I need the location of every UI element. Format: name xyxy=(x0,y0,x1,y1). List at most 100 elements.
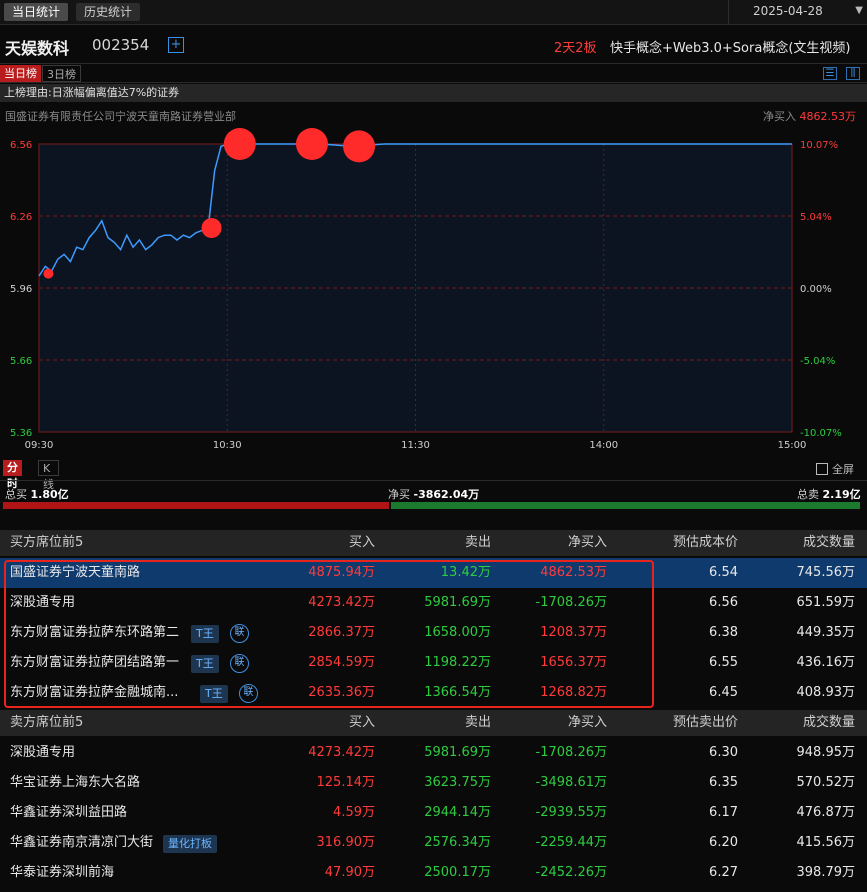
col-seller-seat: 卖方席位前5 xyxy=(10,715,84,730)
chevron-down-icon: ▼ xyxy=(855,5,863,16)
x-tick-label: 14:00 xyxy=(589,440,618,451)
buy-cell: 4273.42万 xyxy=(308,745,375,760)
date-value: 2025-04-28 xyxy=(753,4,823,18)
col-buy: 买入 xyxy=(348,715,375,730)
list-reason: 上榜理由:日涨幅偏离值达7%的证券 xyxy=(0,84,867,102)
price-cell: 6.38 xyxy=(709,625,738,640)
date-picker[interactable]: 2025-04-28 ▼ xyxy=(728,0,867,25)
price-cell: 6.17 xyxy=(709,805,738,820)
col-volume: 成交数量 xyxy=(802,535,855,550)
y-tick-label: 5.36 xyxy=(10,428,32,439)
sell-cell: 2576.34万 xyxy=(424,835,491,850)
buy-cell: 4.59万 xyxy=(333,805,375,820)
x-tick-label: 11:30 xyxy=(401,440,430,451)
volume-cell: 449.35万 xyxy=(796,625,856,640)
x-tick-label: 09:30 xyxy=(25,440,54,451)
intraday-chart[interactable]: 6.56 10.07% 6.26 5.04% 5.96 0.00% 5.66 -5.04% 5.… xyxy=(0,128,867,458)
col-sell: 卖出 xyxy=(464,535,491,550)
trade-bubble xyxy=(43,268,54,279)
seat-tag-badge[interactable]: 量化打板 xyxy=(163,835,217,853)
trade-bubble xyxy=(201,218,222,238)
volume-cell: 745.56万 xyxy=(796,565,856,580)
stock-name: 天娱数科 xyxy=(5,39,70,58)
tab-kline[interactable]: K线 xyxy=(38,460,59,491)
grid-view-icon[interactable]: ⫼ xyxy=(846,67,860,80)
price-cell: 6.54 xyxy=(709,565,738,580)
table-row[interactable]: 华鑫证券深圳益田路 4.59万 2944.14万 -2939.55万 6.17 476.8… xyxy=(0,798,867,828)
sell-cell: 5981.69万 xyxy=(424,745,491,760)
buy-table-header: 买方席位前5 买入 卖出 净买入 预估成本价 成交数量 xyxy=(0,530,867,556)
total-net-value: -3862.04万 xyxy=(413,488,480,501)
buy-cell: 125.14万 xyxy=(316,775,376,790)
price-cell: 6.35 xyxy=(709,775,738,790)
table-row[interactable]: 华宝证券上海东大名路 125.14万 3623.75万 -3498.61万 6.35 57… xyxy=(0,768,867,798)
divider xyxy=(0,480,867,481)
sell-cell: 3623.75万 xyxy=(424,775,491,790)
add-watchlist-icon[interactable]: + xyxy=(168,37,184,53)
price-cell: 6.20 xyxy=(709,835,738,850)
table-row[interactable]: 华鑫证券南京清凉门大街 316.90万 2576.34万 -2259.44万 6.20 4… xyxy=(0,828,867,858)
volume-cell: 570.52万 xyxy=(796,775,856,790)
price-cell: 6.45 xyxy=(709,685,738,700)
net-cell: -2939.55万 xyxy=(535,805,607,820)
trade-bubble xyxy=(343,130,376,163)
tab-today-stats[interactable]: 当日统计 xyxy=(4,3,69,21)
seat-name-cell: 深股通专用 xyxy=(10,745,76,760)
col-net-buy: 净买入 xyxy=(567,715,607,730)
tab-intraday[interactable]: 分时 xyxy=(3,460,22,490)
list-view-icon[interactable]: ☰ xyxy=(823,67,837,80)
total-net-label: 净买 xyxy=(388,488,410,501)
table-row[interactable]: 华泰证券深圳前海 47.90万 2500.17万 -2452.26万 6.27 398.7… xyxy=(0,858,867,888)
volume-cell: 408.93万 xyxy=(796,685,856,700)
list-tab-row: 当日榜 3日榜 ☰ ⫼ xyxy=(0,63,867,83)
pct-tick-label: 10.07% xyxy=(800,140,838,151)
tab-3day-list[interactable]: 3日榜 xyxy=(42,65,81,82)
y-tick-label: 5.66 xyxy=(10,356,32,367)
net-cell: -3498.61万 xyxy=(535,775,607,790)
fullscreen-button[interactable]: 全屏 xyxy=(816,461,854,477)
price-cell: 6.30 xyxy=(709,745,738,760)
seat-name-cell: 华泰证券深圳前海 xyxy=(10,865,115,880)
stock-code: 002354 xyxy=(92,36,150,54)
volume-cell: 476.87万 xyxy=(796,805,856,820)
limit-up-boards: 2天2板 xyxy=(554,41,597,56)
buy-ratio-fill xyxy=(3,502,389,509)
trade-bubble xyxy=(295,128,328,160)
pct-tick-label: -5.04% xyxy=(800,356,835,367)
volume-cell: 948.95万 xyxy=(796,745,856,760)
buy-sell-ratio-bar xyxy=(3,502,860,509)
total-buy: 总买 1.80亿 xyxy=(5,486,69,502)
pct-tick-label: 0.00% xyxy=(800,284,832,295)
sell-cell: 2500.17万 xyxy=(424,865,491,880)
seat-name: 国盛证券有限责任公司宁波天童南路证券营业部 xyxy=(5,110,236,123)
sell-cell: 2944.14万 xyxy=(424,805,491,820)
net-cell: -2452.26万 xyxy=(535,865,607,880)
volume-cell: 415.56万 xyxy=(796,835,856,850)
tab-history-stats[interactable]: 历史统计 xyxy=(76,3,141,21)
highlight-box xyxy=(4,560,654,708)
col-buyer-seat: 买方席位前5 xyxy=(10,535,84,550)
volume-cell: 651.59万 xyxy=(796,595,856,610)
sell-table-header: 卖方席位前5 买入 卖出 净买入 预估卖出价 成交数量 xyxy=(0,710,867,736)
fullscreen-icon xyxy=(816,463,828,475)
total-sell: 总卖 2.19亿 xyxy=(797,486,861,502)
col-net-buy: 净买入 xyxy=(567,535,607,550)
price-cell: 6.56 xyxy=(709,595,738,610)
y-tick-label: 5.96 xyxy=(10,284,32,295)
price-cell: 6.55 xyxy=(709,655,738,670)
tab-daily-list[interactable]: 当日榜 xyxy=(0,65,41,82)
sell-ratio-fill xyxy=(391,502,860,509)
concept-tags: 快手概念+Web3.0+Sora概念(文生视频) xyxy=(610,41,851,56)
net-buy-summary: 净买入 4862.53万 xyxy=(763,108,856,124)
buy-cell: 47.90万 xyxy=(324,865,375,880)
price-cell: 6.27 xyxy=(709,865,738,880)
net-buy-value: 4862.53万 xyxy=(799,110,857,123)
y-tick-label: 6.56 xyxy=(10,140,32,151)
fullscreen-label: 全屏 xyxy=(832,463,854,476)
net-cell: -1708.26万 xyxy=(535,745,607,760)
table-row[interactable]: 深股通专用 4273.42万 5981.69万 -1708.26万 6.30 948.95… xyxy=(0,738,867,768)
buy-cell: 316.90万 xyxy=(316,835,376,850)
total-sell-label: 总卖 xyxy=(797,488,819,501)
top-tab-bar: 当日统计 历史统计 2025-04-28 ▼ xyxy=(0,0,867,25)
x-tick-label: 10:30 xyxy=(213,440,242,451)
